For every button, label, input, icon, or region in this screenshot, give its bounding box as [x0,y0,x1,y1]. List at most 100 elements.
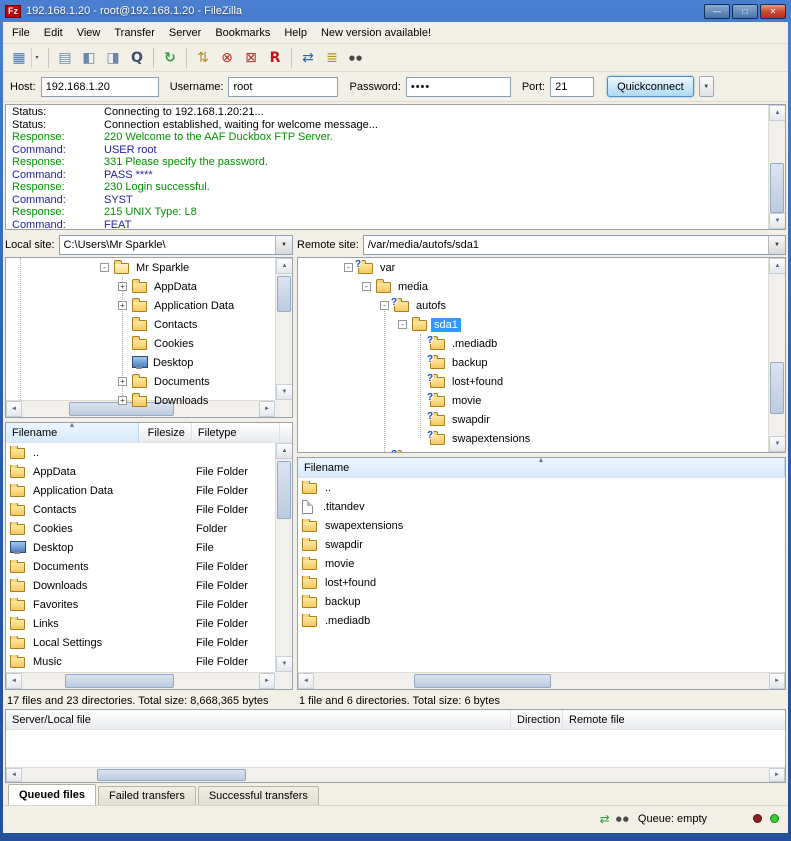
remote-site-combo[interactable]: /var/media/autofs/sda1 ▼ [363,235,786,255]
quickconnect-button[interactable]: Quickconnect [607,76,694,97]
tree-item-swapextensions[interactable]: ?swapextensions [298,429,785,448]
find-files-icon[interactable]: ●● [344,47,368,69]
local-list-horizontal-scrollbar[interactable]: ◄ ► [6,672,275,689]
tree-item-lost-found[interactable]: ?lost+found [298,372,785,391]
file-row-desktop[interactable]: DesktopFile [6,538,292,557]
file-row-application-data[interactable]: Application DataFile Folder [6,481,292,500]
tree-item-cookies[interactable]: Cookies [6,334,292,353]
local-tree-toggle-icon[interactable]: ◧ [77,47,101,69]
tab-successful-transfers[interactable]: Successful transfers [198,786,319,805]
file-row-swapdir[interactable]: swapdir [298,535,785,554]
port-input[interactable]: 21 [550,77,594,97]
scrollbar-thumb[interactable] [414,674,551,688]
queue-horizontal-scrollbar[interactable]: ◄ ► [6,767,785,782]
column-header-filesize[interactable]: Filesize [139,423,192,442]
column-header-filename[interactable]: Filename ▲ [6,423,139,442]
menu-item-file[interactable]: File [5,24,37,42]
local-site-combo[interactable]: C:\Users\Mr Sparkle\ ▼ [59,235,293,255]
menu-item-help[interactable]: Help [277,24,314,42]
tree-item-var[interactable]: -?var [298,258,785,277]
remote-list-horizontal-scrollbar[interactable]: ◄ ► [298,672,785,689]
column-header-remote-file[interactable]: Remote file [563,710,785,729]
file-row-mediadb[interactable]: .mediadb [298,611,785,630]
file-row-links[interactable]: LinksFile Folder [6,614,292,633]
file-row-favorites[interactable]: FavoritesFile Folder [6,595,292,614]
directory-comparison-icon[interactable]: ⇄ [296,47,320,69]
queue-toggle-icon[interactable]: Q [125,47,149,69]
menu-item-transfer[interactable]: Transfer [107,24,162,42]
tree-item-movie[interactable]: ?movie [298,391,785,410]
file-row-lost-found[interactable]: lost+found [298,573,785,592]
site-manager-icon[interactable]: ▦ [7,47,31,69]
tree-item-appdata[interactable]: +AppData [6,277,292,296]
file-row-music[interactable]: MusicFile Folder [6,652,292,671]
column-header-server-local-file[interactable]: Server/Local file [6,710,511,729]
chevron-down-icon[interactable]: ▼ [275,236,292,254]
username-input[interactable]: root [228,77,338,97]
menu-item-edit[interactable]: Edit [37,24,70,42]
tree-item-media[interactable]: -media [298,277,785,296]
scroll-up-icon[interactable]: ▲ [276,443,293,459]
reconnect-icon[interactable]: R [263,47,287,69]
collapse-minus-icon[interactable]: - [396,320,412,329]
scrollbar-thumb[interactable] [65,674,174,688]
menu-item-server[interactable]: Server [162,24,208,42]
tree-item-desktop[interactable]: Desktop [6,353,292,372]
scrollbar-track[interactable] [314,673,769,689]
file-row-downloads[interactable]: DownloadsFile Folder [6,576,292,595]
scroll-left-icon[interactable]: ◄ [298,673,314,689]
expand-plus-icon[interactable]: + [116,377,132,386]
expand-plus-icon[interactable]: + [116,301,132,310]
tree-item-autofs[interactable]: -?autofs [298,296,785,315]
menu-item-bookmarks[interactable]: Bookmarks [208,24,277,42]
titlebar[interactable]: Fz 192.168.1.20 - root@192.168.1.20 - Fi… [0,0,791,22]
file-row-contacts[interactable]: ContactsFile Folder [6,500,292,519]
tree-item-sda1[interactable]: -sda1 [298,315,785,334]
process-queue-icon[interactable]: ⇅ [191,47,215,69]
file-row-backup[interactable]: backup [298,592,785,611]
synchronized-browsing-icon[interactable]: ≣ [320,47,344,69]
close-button[interactable]: ✕ [760,4,786,19]
tree-item-mr-sparkle[interactable]: -Mr Sparkle [6,258,292,277]
tree-item-dvd[interactable]: +?dvd [298,448,785,453]
file-row-local-settings[interactable]: Local SettingsFile Folder [6,633,292,652]
local-list-vertical-scrollbar[interactable]: ▲ ▼ [275,443,292,672]
scroll-up-icon[interactable]: ▲ [769,105,786,121]
scrollbar-track[interactable] [276,459,292,656]
message-log-toggle-icon[interactable]: ▤ [53,47,77,69]
scroll-left-icon[interactable]: ◄ [6,673,22,689]
scroll-right-icon[interactable]: ► [769,673,785,689]
remote-tree-toggle-icon[interactable]: ◨ [101,47,125,69]
scroll-right-icon[interactable]: ► [769,768,785,782]
scroll-left-icon[interactable]: ◄ [6,768,22,782]
password-input[interactable]: •••• [406,77,511,97]
cancel-icon[interactable]: ⊗ [215,47,239,69]
maximize-button[interactable]: □ [732,4,758,19]
disconnect-icon[interactable]: ⊠ [239,47,263,69]
message-log-vertical-scrollbar[interactable]: ▲ ▼ [768,105,785,229]
file-row-titandev[interactable]: .titandev [298,497,785,516]
file-row-item[interactable]: .. [6,443,292,462]
collapse-minus-icon[interactable]: - [98,263,114,272]
file-row-movie[interactable]: movie [298,554,785,573]
collapse-minus-icon[interactable]: - [360,282,376,291]
tree-item-backup[interactable]: ?backup [298,353,785,372]
tree-item-swapdir[interactable]: ?swapdir [298,410,785,429]
chevron-down-icon[interactable]: ▼ [768,236,785,254]
menu-item-view[interactable]: View [70,24,108,42]
find-files-status-icon[interactable]: ●● [616,815,630,823]
refresh-icon[interactable]: ↻ [158,47,182,69]
column-header-filename[interactable]: Filename ▲ [298,458,785,477]
site-manager-dropdown-icon[interactable]: ▾ [31,48,42,68]
tab-failed-transfers[interactable]: Failed transfers [98,786,196,805]
quickconnect-dropdown-button[interactable]: ▼ [699,76,714,97]
file-row-swapextensions[interactable]: swapextensions [298,516,785,535]
scroll-down-icon[interactable]: ▼ [276,656,293,672]
scroll-down-icon[interactable]: ▼ [769,213,786,229]
file-row-documents[interactable]: DocumentsFile Folder [6,557,292,576]
tree-item-mediadb[interactable]: ?.mediadb [298,334,785,353]
scrollbar-track[interactable] [22,768,769,782]
tree-item-contacts[interactable]: Contacts [6,315,292,334]
speed-limits-icon[interactable]: ⇄ [600,812,610,826]
menu-item-new-version-available[interactable]: New version available! [314,24,438,42]
